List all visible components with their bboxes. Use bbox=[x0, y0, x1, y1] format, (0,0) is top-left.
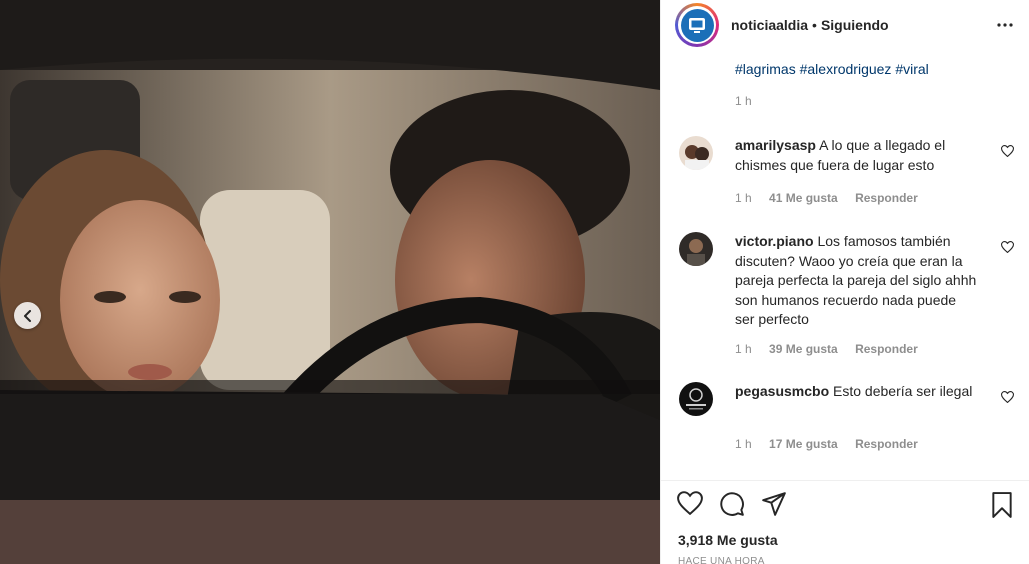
caption-hashtags: #lagrimas #alexrodriguez #viral bbox=[735, 60, 1014, 78]
hashtag-link[interactable]: #viral bbox=[895, 61, 928, 77]
tv-logo-icon bbox=[680, 8, 714, 42]
commenter-avatar[interactable] bbox=[679, 136, 713, 170]
author-username[interactable]: noticiaaldia bbox=[731, 17, 808, 33]
comment-item: amarilysasp A lo que a llegado el chisme… bbox=[677, 136, 1015, 216]
post-side-panel: noticiaaldia • Siguiendo #lagrimas #alex… bbox=[660, 0, 1029, 564]
comment-like-button[interactable] bbox=[1000, 390, 1015, 408]
comment-meta: 1 h 17 Me gusta Responder bbox=[735, 437, 932, 451]
reply-button[interactable]: Responder bbox=[855, 342, 918, 356]
commenter-avatar[interactable] bbox=[679, 382, 713, 416]
post-actions: 3,918 Me gusta bbox=[661, 480, 1029, 564]
heart-icon bbox=[1000, 391, 1015, 404]
reply-button[interactable]: Responder bbox=[855, 191, 918, 205]
comment-button[interactable] bbox=[719, 491, 745, 522]
hashtag-link[interactable]: #alexrodriguez bbox=[800, 61, 892, 77]
avatar-inner bbox=[678, 6, 716, 44]
comment-username[interactable]: amarilysasp bbox=[735, 137, 816, 153]
comment-time[interactable]: 1 h bbox=[735, 191, 752, 205]
comment-body: amarilysasp A lo que a llegado el chisme… bbox=[735, 136, 979, 175]
post-photo bbox=[0, 0, 660, 564]
separator-dot: • bbox=[812, 17, 817, 33]
paper-plane-icon bbox=[762, 492, 786, 516]
bookmark-icon bbox=[992, 492, 1012, 518]
more-options-button[interactable] bbox=[996, 16, 1014, 39]
more-horizontal-icon bbox=[997, 23, 1013, 27]
author-avatar[interactable] bbox=[675, 3, 719, 47]
action-icons bbox=[677, 491, 787, 522]
comment-item: pegasusmcbo Esto debería ser ilegal 1 h … bbox=[677, 382, 1015, 462]
reply-button[interactable]: Responder bbox=[855, 437, 918, 451]
post-likes-count[interactable]: 3,918 Me gusta bbox=[678, 532, 778, 548]
comment-like-button[interactable] bbox=[1000, 240, 1015, 258]
chevron-left-icon bbox=[23, 309, 31, 322]
hashtag-link[interactable]: #lagrimas bbox=[735, 61, 796, 77]
caption-time[interactable]: 1 h bbox=[735, 94, 1014, 108]
commenter-avatar[interactable] bbox=[679, 232, 713, 266]
comment-meta: 1 h 39 Me gusta Responder bbox=[735, 342, 932, 356]
share-button[interactable] bbox=[761, 491, 787, 522]
comment-username[interactable]: victor.piano bbox=[735, 233, 814, 249]
comment-likes-count[interactable]: 17 Me gusta bbox=[769, 437, 838, 451]
like-button[interactable] bbox=[677, 491, 703, 522]
comment-time[interactable]: 1 h bbox=[735, 437, 752, 451]
comment-likes-count[interactable]: 41 Me gusta bbox=[769, 191, 838, 205]
comment-body: victor.piano Los famosos también discute… bbox=[735, 232, 979, 330]
heart-icon bbox=[677, 491, 703, 516]
photo-scene bbox=[0, 0, 660, 564]
comment-likes-count[interactable]: 39 Me gusta bbox=[769, 342, 838, 356]
previous-photo-button[interactable] bbox=[14, 302, 41, 329]
comment-like-button[interactable] bbox=[1000, 144, 1015, 162]
comment-text: Esto debería ser ilegal bbox=[833, 383, 973, 399]
comment-bubble-icon bbox=[720, 492, 744, 516]
comment-username[interactable]: pegasusmcbo bbox=[735, 383, 829, 399]
heart-icon bbox=[1000, 241, 1015, 254]
save-button[interactable] bbox=[990, 492, 1014, 523]
comment-body: pegasusmcbo Esto debería ser ilegal bbox=[735, 382, 979, 402]
post-time-ago[interactable]: HACE UNA HORA bbox=[678, 556, 765, 564]
comment-item: victor.piano Los famosos también discute… bbox=[677, 232, 1015, 362]
heart-icon bbox=[1000, 145, 1015, 158]
comment-time[interactable]: 1 h bbox=[735, 342, 752, 356]
following-button[interactable]: Siguiendo bbox=[821, 17, 889, 33]
comment-meta: 1 h 41 Me gusta Responder bbox=[735, 191, 932, 205]
post-header: noticiaaldia • Siguiendo bbox=[661, 0, 1029, 50]
